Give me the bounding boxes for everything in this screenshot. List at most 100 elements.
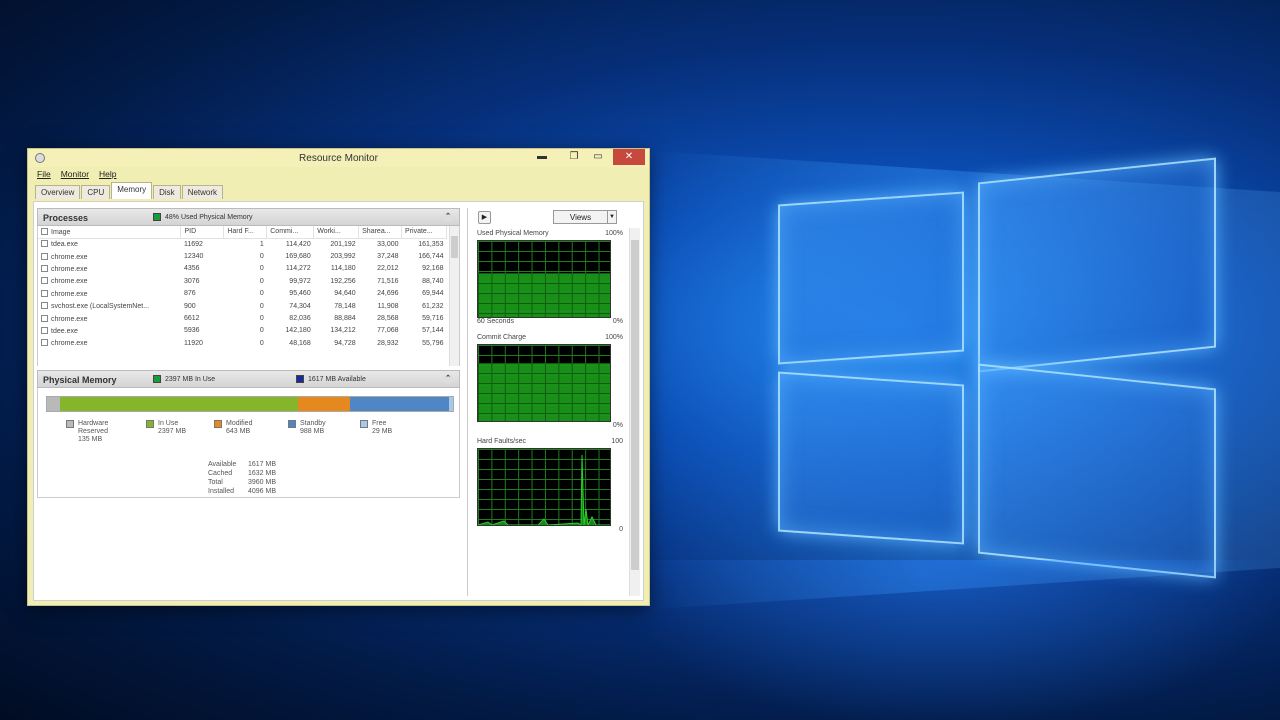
column-header-hard-faults[interactable]: Hard F... [223, 226, 268, 239]
graph-min: 0% [612, 422, 623, 429]
process-checkbox[interactable] [41, 264, 48, 272]
process-row[interactable]: svchost.exe (LocalSystemNet... 900 0 74,304… [38, 300, 447, 312]
menu-help[interactable]: Help [99, 169, 116, 179]
menu-file[interactable]: File [37, 169, 51, 179]
processes-section-header[interactable]: Processes 48% Used Physical Memory ⌃ [37, 208, 460, 226]
minimize-button[interactable]: ▬ [529, 149, 555, 165]
process-cell: 1 [259, 240, 264, 248]
process-row[interactable]: chrome.exe 11920 0 48,168 94,728 28,932 55,796 [38, 337, 447, 349]
process-image: chrome.exe [38, 312, 181, 324]
process-cell: 11,908 [377, 302, 399, 310]
process-image: chrome.exe [38, 263, 181, 275]
column-header-private[interactable]: Private... [401, 226, 447, 239]
process-checkbox[interactable] [41, 252, 48, 260]
process-cell: 5936 [183, 327, 200, 335]
close-button[interactable]: ✕ [613, 149, 645, 165]
graph-max: 100% [605, 230, 623, 237]
stat-label: Cached [208, 470, 233, 477]
column-header-pid[interactable]: PID [180, 226, 225, 239]
memory-segment-label: Reserved [78, 428, 108, 435]
graph-hard-faults: Hard Faults/sec 100 0 [477, 438, 627, 536]
memory-segment-label: Free [372, 420, 387, 427]
process-cell: 201,192 [330, 240, 356, 248]
process-cell: 95,460 [289, 290, 311, 298]
process-cell: 22,012 [377, 265, 399, 273]
process-row[interactable]: chrome.exe 6612 0 82,036 88,884 28,568 59,716 [38, 312, 447, 324]
title-bar[interactable]: Resource Monitor ▬ ❐ ▭ ✕ [28, 149, 649, 167]
select-all-checkbox[interactable] [41, 227, 48, 235]
process-row[interactable]: chrome.exe 3076 0 99,972 192,256 71,516 88,740 [38, 275, 447, 287]
physical-memory-section-header[interactable]: Physical Memory 2397 MB In Use 1617 MB A… [37, 370, 460, 388]
column-header-working[interactable]: Worki... [313, 226, 360, 239]
process-cell: 12340 [183, 253, 204, 261]
process-cell: 28,568 [377, 315, 399, 323]
scrollbar-thumb[interactable] [451, 236, 458, 258]
process-cell: 203,992 [330, 253, 356, 261]
memory-segment-swatch [146, 420, 154, 428]
process-row[interactable]: chrome.exe 12340 0 169,680 203,992 37,248 166,… [38, 250, 447, 262]
memory-segment-legend: Free 29 MB [360, 420, 392, 436]
memory-bar-segment [60, 397, 298, 411]
process-image: tdee.exe [38, 325, 181, 337]
memory-bar-segment [448, 397, 453, 411]
restore-button[interactable]: ▭ [585, 149, 611, 165]
graphs-panel: ▶ Views ▼ Used Physical Memory 100% 60 Se… [467, 208, 640, 596]
stat-value: 1632 MB [248, 470, 277, 477]
views-dropdown-icon[interactable]: ▼ [608, 210, 617, 224]
collapse-icon[interactable]: ⌃ [443, 212, 453, 222]
graphs-scrollbar[interactable] [629, 228, 640, 596]
memory-segment-value: 988 MB [300, 428, 325, 435]
used-memory-legend: 48% Used Physical Memory [153, 213, 253, 221]
process-cell: 0 [259, 327, 264, 335]
process-row[interactable]: chrome.exe 4356 0 114,272 114,180 22,012 92,16… [38, 263, 447, 275]
tab-network[interactable]: Network [181, 185, 224, 199]
views-button[interactable]: Views [553, 210, 608, 224]
process-cell: 48,168 [289, 339, 311, 347]
process-cell: 161,353 [418, 240, 444, 248]
maximize-button[interactable]: ❐ [561, 149, 587, 165]
process-checkbox[interactable] [41, 240, 48, 248]
stat-value: 3960 MB [248, 479, 277, 486]
memory-segment-legend: Hardware Reserved 135 MB [66, 420, 108, 444]
tab-content: Processes 48% Used Physical Memory ⌃ Ima… [33, 201, 644, 601]
process-cell: 0 [259, 302, 264, 310]
graph-min: 0% [612, 318, 623, 325]
graph-plot [477, 448, 611, 526]
memory-segment-label: In Use [158, 420, 179, 427]
column-header-shareable[interactable]: Sharea... [358, 226, 403, 239]
tab-disk[interactable]: Disk [153, 185, 181, 199]
stat-label: Total [208, 479, 223, 486]
process-checkbox[interactable] [41, 289, 48, 297]
process-cell: 166,744 [418, 253, 444, 261]
collapse-icon[interactable]: ⌃ [443, 374, 453, 384]
process-cell: 114,180 [330, 265, 356, 273]
tab-memory[interactable]: Memory [111, 182, 153, 199]
scrollbar-thumb[interactable] [631, 240, 639, 570]
process-image: chrome.exe [38, 337, 181, 349]
process-row[interactable]: tdea.exe 11692 1 114,420 201,192 33,000 161,35… [38, 238, 447, 250]
process-checkbox[interactable] [41, 314, 48, 322]
column-header-commit[interactable]: Commi... [266, 226, 315, 239]
processes-scrollbar[interactable] [449, 226, 459, 366]
process-cell: 92,168 [422, 265, 444, 273]
process-cell: 4356 [183, 265, 200, 273]
process-image: tdea.exe [38, 238, 181, 250]
process-image: chrome.exe [38, 275, 181, 287]
process-checkbox[interactable] [41, 339, 48, 347]
process-checkbox[interactable] [41, 277, 48, 285]
process-checkbox[interactable] [41, 302, 48, 310]
expand-icon[interactable]: ▶ [478, 211, 491, 224]
tab-overview[interactable]: Overview [35, 185, 81, 199]
physical-memory-title: Physical Memory [43, 375, 117, 385]
process-image: chrome.exe [38, 288, 181, 300]
stat-label: Installed [208, 488, 235, 495]
process-cell: 88,884 [334, 315, 356, 323]
process-checkbox[interactable] [41, 326, 48, 334]
process-row[interactable]: tdee.exe 5936 0 142,180 134,212 77,068 57,144 [38, 325, 447, 337]
graph-max: 100 [611, 438, 623, 445]
process-row[interactable]: chrome.exe 876 0 95,460 94,640 24,696 69,944 [38, 288, 447, 300]
menu-monitor[interactable]: Monitor [61, 169, 89, 179]
tab-cpu[interactable]: CPU [81, 185, 111, 199]
column-header-image[interactable]: Image [38, 226, 182, 239]
process-cell: 94,728 [334, 339, 356, 347]
